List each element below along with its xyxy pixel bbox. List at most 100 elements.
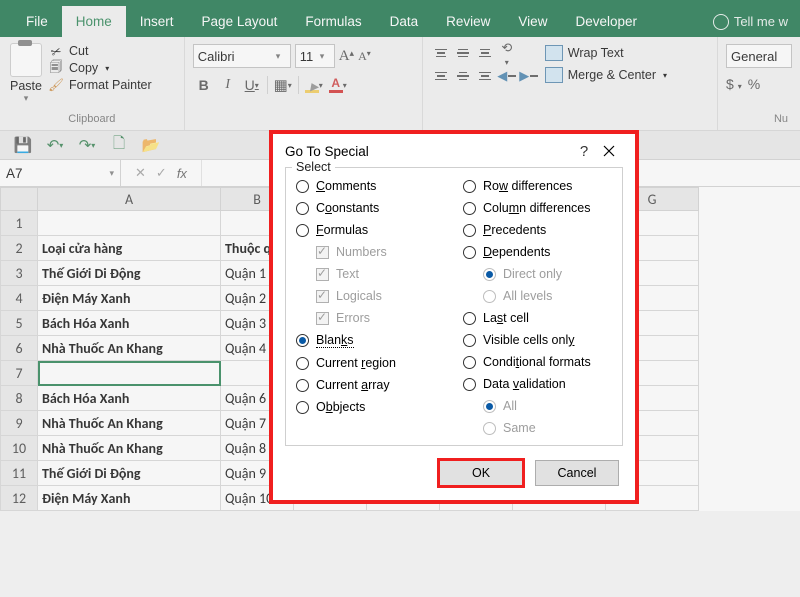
- opt-visible[interactable]: Visible cells only: [463, 333, 612, 347]
- row-header[interactable]: 6: [1, 336, 38, 361]
- merge-center-button[interactable]: Merge & Center▾: [545, 67, 667, 83]
- cut-button[interactable]: ✂Cut: [48, 44, 152, 58]
- align-middle[interactable]: [453, 44, 473, 62]
- row-header[interactable]: 1: [1, 211, 38, 236]
- opt-conditional[interactable]: Conditional formats: [463, 355, 612, 369]
- row-header[interactable]: 9: [1, 411, 38, 436]
- align-right[interactable]: [475, 67, 495, 85]
- clipboard-group-label: Clipboard: [8, 111, 176, 128]
- opt-text: Text: [316, 267, 445, 281]
- enter-formula-icon[interactable]: ✓: [156, 165, 167, 181]
- indent-inc[interactable]: ▶: [519, 67, 539, 85]
- row-header[interactable]: 11: [1, 461, 38, 486]
- font-size-combo[interactable]: 11▾: [295, 44, 335, 68]
- row-header[interactable]: 12: [1, 486, 38, 511]
- opt-last-cell[interactable]: Last cell: [463, 311, 612, 325]
- select-all[interactable]: [1, 188, 38, 211]
- copy-button[interactable]: 🗐Copy▾: [48, 61, 152, 75]
- cell[interactable]: Thế Giới Di Động: [38, 261, 221, 286]
- fx-icon[interactable]: fx: [177, 166, 187, 181]
- font-name-combo[interactable]: Calibri▾: [193, 44, 291, 68]
- cell[interactable]: Nhà Thuốc An Khang: [38, 411, 221, 436]
- row-header[interactable]: 10: [1, 436, 38, 461]
- opt-constants[interactable]: Coonstants: [296, 201, 445, 215]
- row-header[interactable]: 2: [1, 236, 38, 261]
- opt-dv-all: All: [483, 399, 612, 413]
- row-header[interactable]: 4: [1, 286, 38, 311]
- cell[interactable]: Nhà Thuốc An Khang: [38, 436, 221, 461]
- cell[interactable]: Bách Hóa Xanh: [38, 311, 221, 336]
- grow-font-icon[interactable]: A▴: [339, 48, 354, 65]
- number-format-combo[interactable]: General: [726, 44, 792, 68]
- tab-file[interactable]: File: [12, 6, 62, 37]
- tab-insert[interactable]: Insert: [126, 6, 188, 37]
- opt-objects[interactable]: Obbjects: [296, 400, 445, 414]
- tab-view[interactable]: View: [504, 6, 561, 37]
- paste-button[interactable]: Paste ▾: [10, 43, 42, 104]
- dialog-title: Go To Special: [285, 144, 369, 159]
- row-header[interactable]: 7: [1, 361, 38, 386]
- new-icon[interactable]: 🗋: [110, 136, 128, 154]
- tab-page-layout[interactable]: Page Layout: [188, 6, 292, 37]
- shrink-font-icon[interactable]: A▾: [358, 49, 371, 64]
- cancel-formula-icon[interactable]: ✕: [135, 165, 146, 181]
- font-size-value: 11: [300, 49, 314, 64]
- ok-button[interactable]: OK: [439, 460, 523, 486]
- align-left[interactable]: [431, 67, 451, 85]
- currency-button[interactable]: $ ▾: [726, 76, 742, 92]
- cell[interactable]: Điện Máy Xanh: [38, 486, 221, 511]
- align-center[interactable]: [453, 67, 473, 85]
- tab-home[interactable]: Home: [62, 6, 126, 37]
- opt-current-array[interactable]: Current array: [296, 378, 445, 392]
- opt-col-diff[interactable]: Column differences: [463, 201, 612, 215]
- opt-formulas[interactable]: Formulas: [296, 223, 445, 237]
- cell[interactable]: Điện Máy Xanh: [38, 286, 221, 311]
- align-bottom[interactable]: [475, 44, 495, 62]
- indent-dec[interactable]: ◀: [497, 67, 517, 85]
- opt-precedents[interactable]: Precedents: [463, 223, 612, 237]
- help-button[interactable]: ?: [573, 143, 595, 160]
- opt-row-diff[interactable]: Row differences: [463, 179, 612, 193]
- format-painter-button[interactable]: 🖌Format Painter: [48, 78, 152, 92]
- close-button[interactable]: [595, 144, 623, 160]
- opt-blanks[interactable]: Blanks: [296, 333, 445, 348]
- opt-current-region[interactable]: Current region: [296, 356, 445, 370]
- tell-me[interactable]: Tell me w: [713, 14, 788, 30]
- tab-formulas[interactable]: Formulas: [291, 6, 375, 37]
- save-icon[interactable]: 💾: [14, 136, 32, 154]
- opt-numbers: Numbers: [316, 245, 445, 259]
- border-button[interactable]: ▦▾: [272, 74, 294, 96]
- italic-button[interactable]: I: [217, 74, 239, 96]
- open-icon[interactable]: 📂: [142, 136, 160, 154]
- cancel-button[interactable]: Cancel: [535, 460, 619, 486]
- cell[interactable]: [38, 211, 221, 236]
- percent-button[interactable]: %: [748, 76, 760, 92]
- tab-developer[interactable]: Developer: [561, 6, 651, 37]
- wrap-text-button[interactable]: Wrap Text: [545, 45, 667, 61]
- bold-button[interactable]: B: [193, 74, 215, 96]
- redo-icon[interactable]: ↷ ▾: [78, 136, 96, 154]
- cell[interactable]: Loại cửa hàng: [38, 236, 221, 261]
- opt-logicals: Logicals: [316, 289, 445, 303]
- opt-all-levels: All levels: [483, 289, 612, 303]
- cell[interactable]: Bách Hóa Xanh: [38, 386, 221, 411]
- col-header[interactable]: A: [38, 188, 221, 211]
- row-header[interactable]: 3: [1, 261, 38, 286]
- row-header[interactable]: 8: [1, 386, 38, 411]
- opt-data-validation[interactable]: Data validation: [463, 377, 612, 391]
- opt-dependents[interactable]: Dependents: [463, 245, 612, 259]
- font-color-button[interactable]: A▾: [327, 74, 349, 96]
- tab-review[interactable]: Review: [432, 6, 504, 37]
- underline-button[interactable]: U▾: [241, 74, 263, 96]
- cell[interactable]: Thế Giới Di Động: [38, 461, 221, 486]
- name-box[interactable]: A7▾: [0, 160, 121, 186]
- opt-comments[interactable]: Comments: [296, 179, 445, 193]
- cell[interactable]: [38, 361, 221, 386]
- cell[interactable]: Nhà Thuốc An Khang: [38, 336, 221, 361]
- align-top[interactable]: [431, 44, 451, 62]
- tab-data[interactable]: Data: [376, 6, 433, 37]
- undo-icon[interactable]: ↶ ▾: [46, 136, 64, 154]
- orientation[interactable]: ⟲▾: [497, 44, 517, 62]
- fill-color-button[interactable]: ▾: [303, 74, 325, 96]
- row-header[interactable]: 5: [1, 311, 38, 336]
